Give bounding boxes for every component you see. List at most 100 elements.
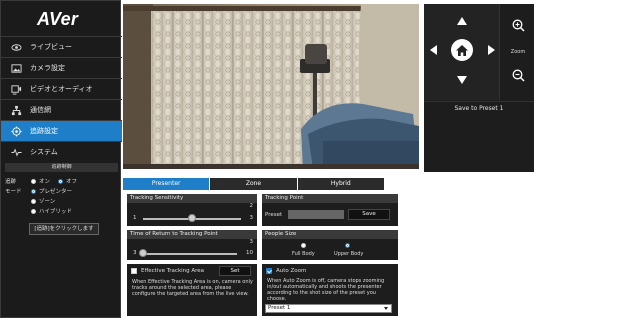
save-to-preset-button[interactable]: Save to Preset 1	[424, 101, 534, 115]
tracking-off-radio[interactable]: オフ	[58, 177, 77, 185]
arrow-right-icon	[487, 45, 495, 55]
tracking-sensitivity-value: 2	[249, 203, 254, 209]
sidebar-nav: ライブビュー カメラ設定 ビデオとオーディオ 通信網 追跡設定 システム	[1, 36, 122, 162]
mode-hybrid-row: ハイブリッド	[5, 206, 118, 216]
effective-area-description: When Effective Tracking Area is on, came…	[132, 279, 253, 297]
mode-zone-label: ゾーン	[39, 199, 56, 205]
tracking-point-title: Tracking Point	[262, 194, 398, 203]
tracking-sensitivity-min: 1	[133, 215, 137, 221]
mode-label: モード	[5, 189, 22, 195]
ptz-control-panel: Zoom Save to Preset 1	[424, 4, 534, 172]
home-icon	[456, 44, 468, 56]
click-tracking-button[interactable]: [追跡]をクリックします	[29, 223, 99, 235]
arrow-left-icon	[429, 45, 437, 55]
tracking-sensitivity-panel: Tracking Sensitivity 2 1 3	[127, 194, 257, 226]
upper-body-radio[interactable]	[345, 243, 350, 248]
return-time-title: Time of Return to Tracking Point	[127, 230, 257, 239]
effective-area-set-button[interactable]: Set	[219, 266, 251, 276]
tracking-mode-tabs: Presenter Zone Hybrid	[123, 178, 385, 190]
full-body-label: Full Body	[292, 251, 315, 257]
return-time-panel: Time of Return to Tracking Point 3 3 10	[127, 230, 257, 260]
return-time-value: 3	[249, 239, 254, 245]
image-icon	[11, 63, 22, 74]
zoom-column: Zoom	[502, 4, 534, 100]
presenter-settings: Tracking Sensitivity 2 1 3 Time of Retur…	[123, 190, 406, 319]
auto-zoom-checkbox[interactable]	[266, 268, 272, 274]
tracking-point-panel: Tracking Point Preset Save	[262, 194, 398, 226]
tracking-sensitivity-title: Tracking Sensitivity	[127, 194, 257, 203]
mode-zone-radio[interactable]: ゾーン	[31, 197, 55, 205]
live-video-view[interactable]	[123, 4, 419, 169]
tracking-sensitivity-slider[interactable]	[188, 214, 196, 222]
chevron-down-icon	[384, 307, 388, 310]
mode-presenter-label: プレゼンター	[39, 189, 73, 195]
pan-right-button[interactable]	[486, 44, 496, 56]
sidebar-item-network[interactable]: 通信網	[1, 99, 122, 120]
tab-presenter[interactable]: Presenter	[123, 178, 210, 190]
sidebar-item-label: ビデオとオーディオ	[30, 85, 93, 93]
tracking-on-label: オン	[39, 179, 51, 185]
sidebar-item-label: システム	[30, 148, 58, 156]
zoom-label: Zoom	[510, 49, 526, 55]
upper-body-label: Upper Body	[334, 251, 364, 257]
pan-up-button[interactable]	[456, 16, 468, 26]
tracking-label: 追跡	[5, 179, 17, 185]
live-video-image	[123, 4, 419, 169]
preset-label: Preset	[265, 212, 283, 218]
people-size-panel: People Size Full Body Upper Body	[262, 230, 398, 260]
tab-hybrid[interactable]: Hybrid	[297, 178, 384, 190]
direction-pad	[424, 4, 500, 100]
auto-zoom-label: Auto Zoom	[276, 268, 307, 274]
zoom-out-button[interactable]	[511, 68, 525, 82]
return-time-max: 10	[246, 250, 253, 256]
mode-zone-row: ゾーン	[5, 196, 118, 206]
tracking-control-panel: 追跡制御 追跡 オン オフ モード プレゼンター ゾーン ハイブリッド [追跡]…	[5, 163, 118, 235]
sidebar-item-video-audio[interactable]: ビデオとオーディオ	[1, 78, 122, 99]
people-size-title: People Size	[262, 230, 398, 239]
sidebar-item-camera-settings[interactable]: カメラ設定	[1, 57, 122, 78]
effective-area-label: Effective Tracking Area	[141, 268, 205, 274]
tracking-on-radio[interactable]: オン	[31, 177, 50, 185]
eye-icon	[11, 42, 22, 53]
sidebar-item-tracking-settings[interactable]: 追跡設定	[1, 120, 122, 141]
tracking-point-save-button[interactable]: Save	[348, 209, 390, 220]
mode-presenter-radio[interactable]: プレゼンター	[31, 187, 72, 195]
zoom-out-icon	[512, 69, 525, 82]
target-icon	[11, 125, 22, 137]
sidebar-item-system[interactable]: システム	[1, 141, 122, 162]
mode-hybrid-radio[interactable]: ハイブリッド	[31, 207, 72, 215]
auto-zoom-description: When Auto Zoom is off, camera stops zoom…	[267, 278, 385, 302]
auto-zoom-preset-value: Preset 1	[268, 305, 291, 311]
tracking-settings-page: AVer ライブビュー カメラ設定 ビデオとオーディオ 通信網 追跡設定 システ…	[0, 0, 624, 322]
pulse-icon	[11, 147, 22, 158]
arrow-down-icon	[457, 76, 467, 84]
sidebar: AVer ライブビュー カメラ設定 ビデオとオーディオ 通信網 追跡設定 システ…	[0, 0, 122, 318]
home-button[interactable]	[451, 39, 473, 61]
sidebar-item-label: カメラ設定	[30, 64, 65, 72]
sidebar-item-live-view[interactable]: ライブビュー	[1, 36, 122, 57]
return-time-track	[143, 253, 237, 255]
tracking-control-header: 追跡制御	[5, 163, 118, 172]
sidebar-item-label: 追跡設定	[30, 127, 58, 135]
return-time-min: 3	[133, 250, 137, 256]
effective-area-checkbox[interactable]	[131, 268, 137, 274]
video-audio-icon	[11, 84, 22, 95]
mode-hybrid-label: ハイブリッド	[39, 209, 72, 215]
mode-row: モード プレゼンター	[5, 186, 118, 196]
return-time-slider[interactable]	[139, 249, 147, 257]
zoom-in-button[interactable]	[511, 18, 525, 32]
full-body-radio[interactable]	[301, 243, 306, 248]
tracking-sensitivity-max: 3	[249, 215, 254, 221]
tracking-off-label: オフ	[66, 179, 78, 185]
sidebar-item-label: 通信網	[30, 106, 51, 114]
pan-down-button[interactable]	[456, 75, 468, 85]
arrow-up-icon	[457, 17, 467, 25]
tab-zone[interactable]: Zone	[210, 178, 297, 190]
auto-zoom-preset-select[interactable]: Preset 1	[265, 304, 392, 313]
preset-input[interactable]	[288, 210, 344, 219]
pan-left-button[interactable]	[428, 44, 438, 56]
auto-zoom-panel: Auto Zoom When Auto Zoom is off, camera …	[262, 264, 398, 316]
sidebar-item-label: ライブビュー	[30, 43, 72, 51]
zoom-in-icon	[512, 19, 525, 32]
effective-area-panel: Effective Tracking Area Set When Effecti…	[127, 264, 257, 316]
